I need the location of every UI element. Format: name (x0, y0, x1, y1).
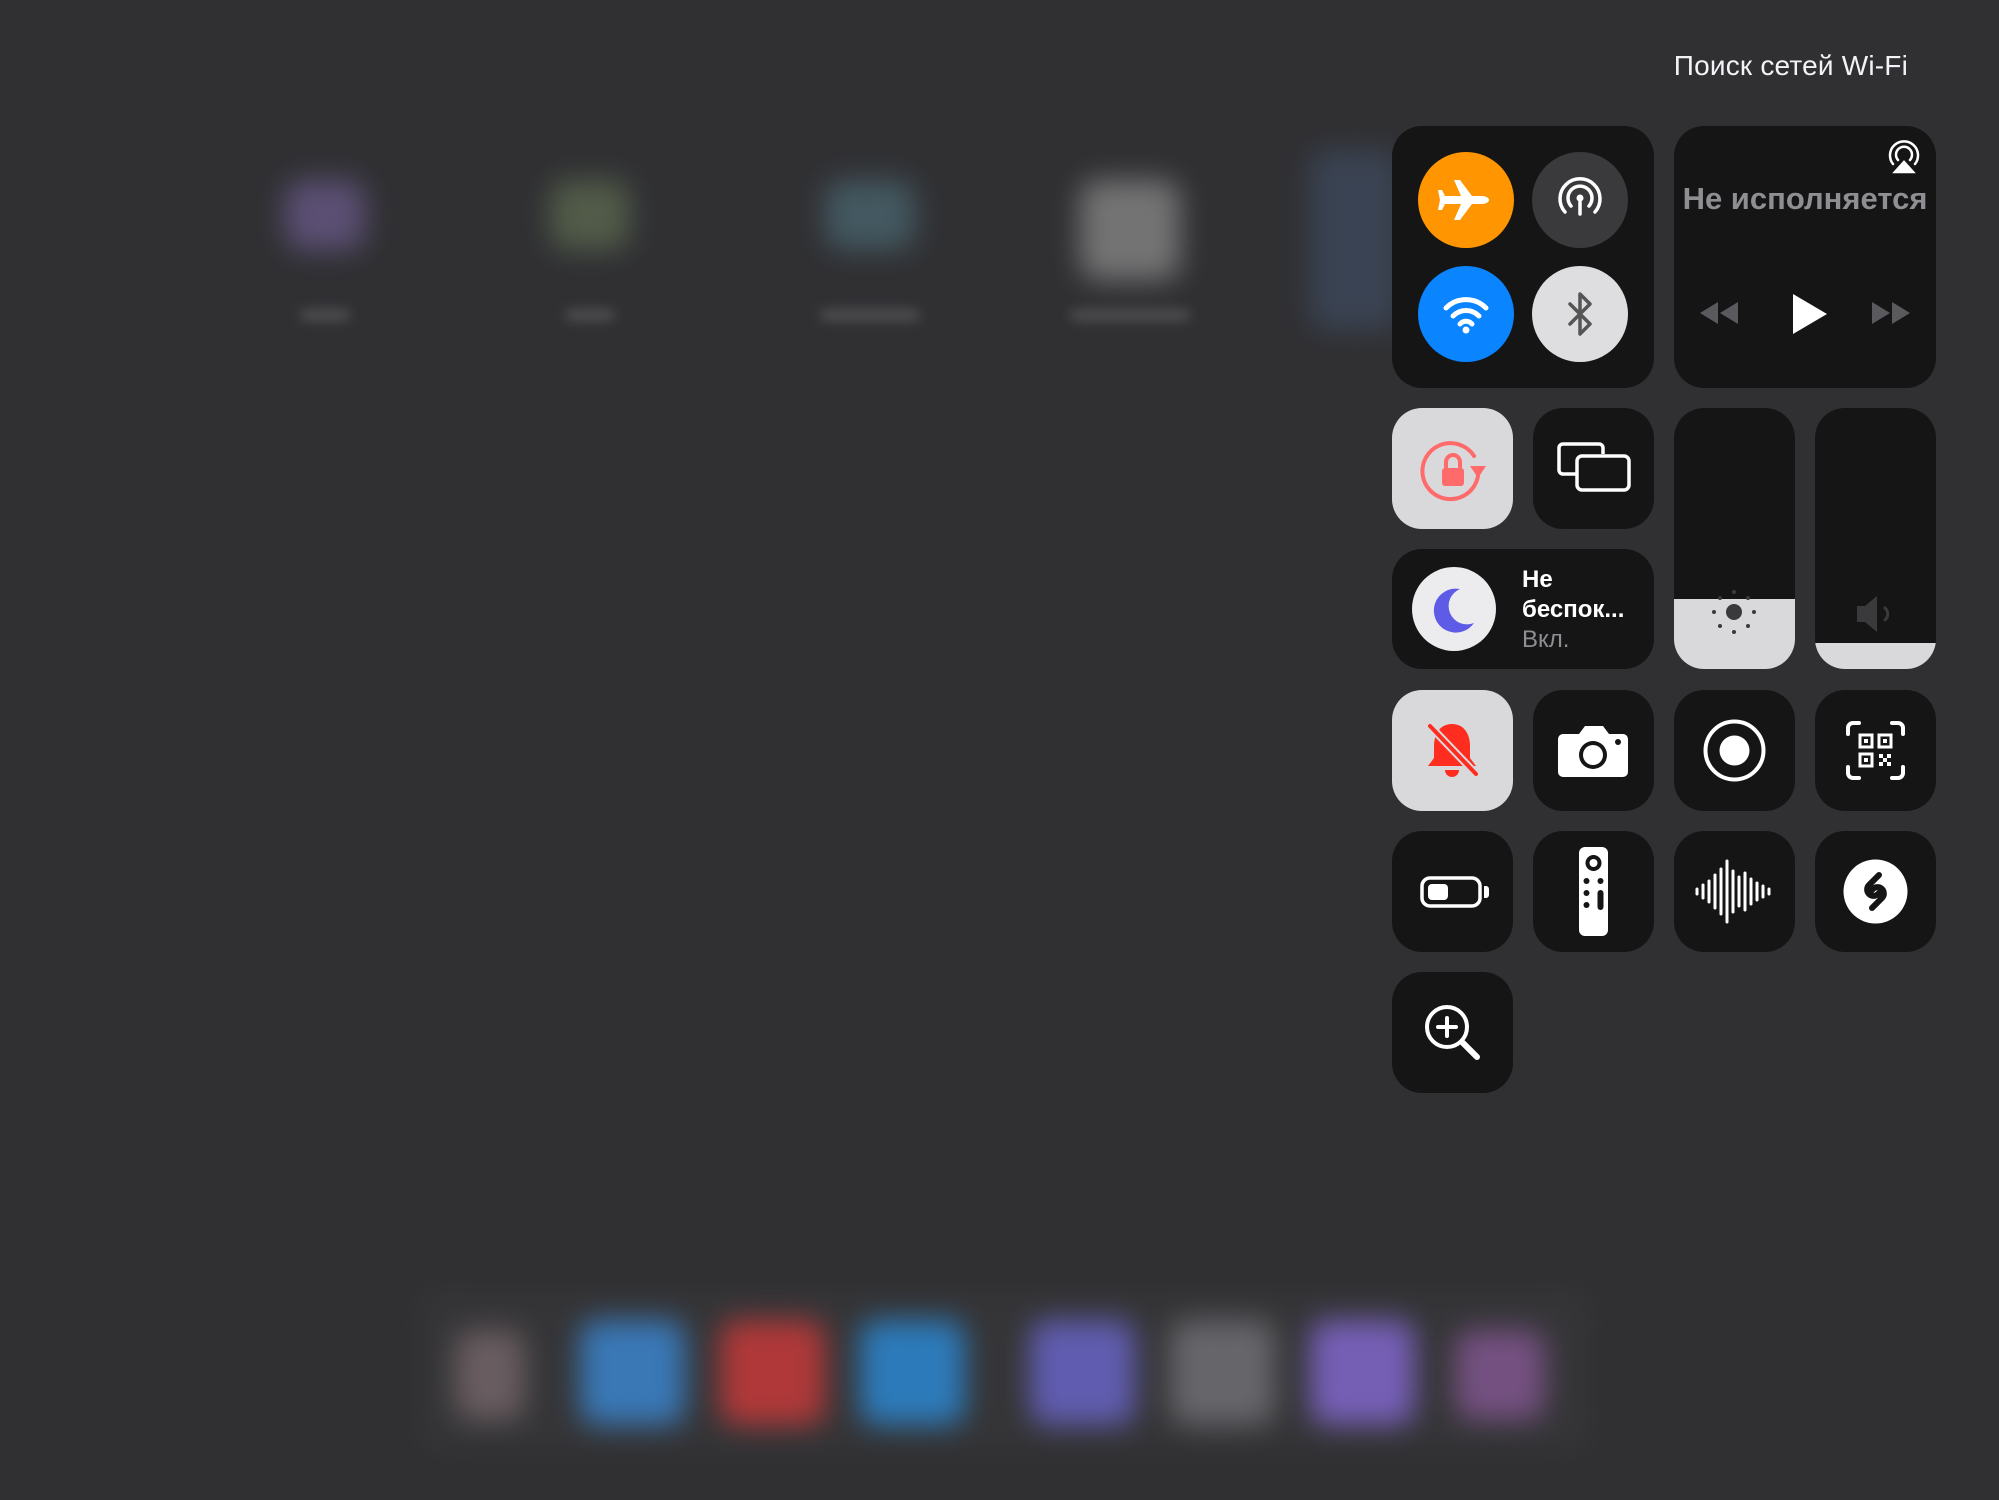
wifi-icon (1443, 297, 1489, 334)
airplay-icon[interactable] (1884, 138, 1924, 178)
camera-button[interactable] (1533, 690, 1654, 811)
volume-level-fill (1815, 642, 1936, 669)
bluetooth-icon (1568, 292, 1592, 336)
orientation-lock-icon (1420, 441, 1486, 502)
airdrop-toggle[interactable] (1532, 152, 1628, 248)
backward-icon[interactable] (1696, 298, 1742, 328)
forward-icon[interactable] (1868, 298, 1914, 328)
focus-label: Не беспок... Вкл. (1522, 565, 1632, 655)
magnifier-icon (1425, 1005, 1480, 1060)
now-playing-module: Не исполняется (1674, 126, 1936, 388)
screen-recording-icon (1703, 719, 1766, 782)
camera-icon (1558, 726, 1628, 777)
volume-slider[interactable] (1815, 408, 1936, 669)
qr-code-scanner-icon (1846, 721, 1905, 780)
airplane-icon (1438, 180, 1489, 220)
low-power-mode-button[interactable] (1392, 831, 1513, 952)
bluetooth-toggle[interactable] (1532, 266, 1628, 362)
voice-memos-button[interactable] (1674, 831, 1795, 952)
focus-module[interactable]: Не беспок... Вкл. (1392, 549, 1654, 669)
orientation-lock-button[interactable] (1392, 408, 1513, 529)
magnifier-button[interactable] (1392, 972, 1513, 1093)
shazam-button[interactable] (1815, 831, 1936, 952)
brightness-slider[interactable] (1674, 408, 1795, 669)
play-icon[interactable] (1787, 290, 1831, 338)
silent-mode-button[interactable] (1392, 690, 1513, 811)
screen-mirroring-button[interactable] (1533, 408, 1654, 529)
wifi-toggle[interactable] (1418, 266, 1514, 362)
sun-icon (1712, 590, 1756, 634)
screen-recording-button[interactable] (1674, 690, 1795, 811)
airplane-mode-toggle[interactable] (1418, 152, 1514, 248)
focus-status: Вкл. (1522, 626, 1570, 653)
focus-icon-circle (1412, 567, 1496, 651)
speaker-icon (1857, 596, 1890, 632)
voice-memos-icon (1695, 859, 1771, 924)
now-playing-title: Не исполняется (1682, 181, 1928, 216)
apple-tv-remote-button[interactable] (1533, 831, 1654, 952)
connectivity-module (1392, 126, 1654, 388)
screen-mirroring-icon (1557, 442, 1631, 492)
silent-mode-icon (1426, 722, 1480, 778)
airdrop-icon (1558, 177, 1602, 216)
shazam-icon (1843, 859, 1908, 924)
apple-tv-remote-icon (1579, 847, 1608, 936)
wifi-search-status: Поиск сетей Wi-Fi (1673, 50, 1908, 81)
low-power-mode-icon (1420, 876, 1489, 908)
focus-title: Не беспок... (1522, 566, 1625, 623)
qr-code-scanner-button[interactable] (1815, 690, 1936, 811)
moon-icon (1433, 588, 1474, 633)
